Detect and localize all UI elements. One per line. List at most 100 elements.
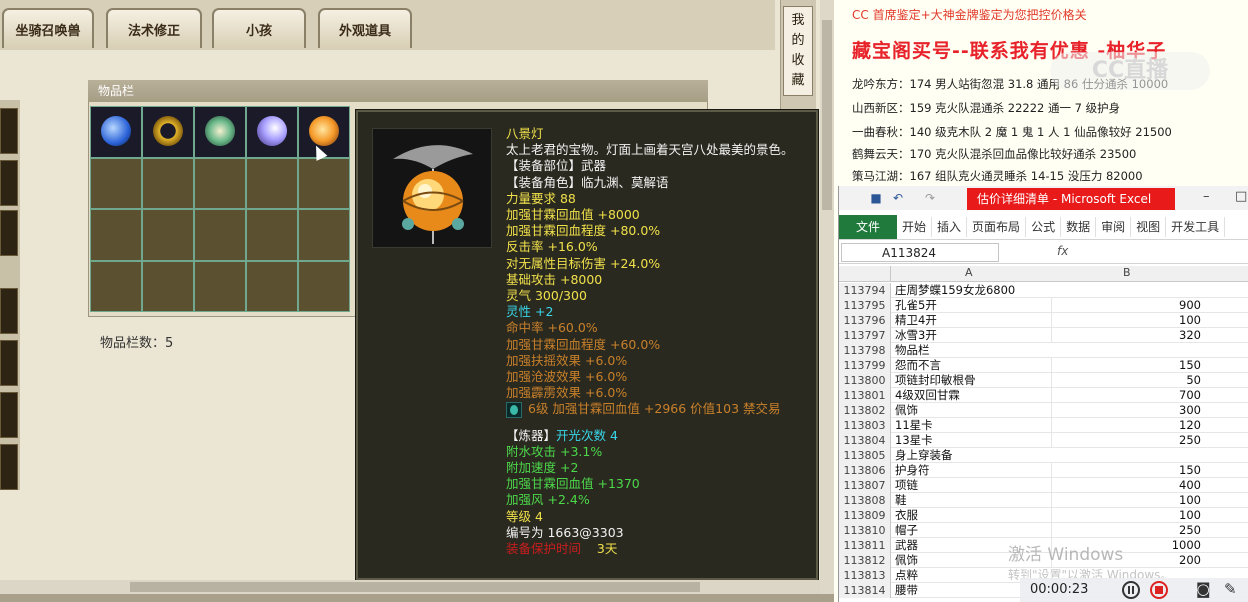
cell-a[interactable]: 4级双回甘霖 (895, 388, 1051, 403)
tab-data[interactable]: 数据 (1061, 216, 1097, 237)
fx-icon[interactable]: fx (1057, 244, 1068, 258)
redo-icon[interactable]: ↷ (923, 191, 937, 205)
tab-formulas[interactable]: 公式 (1026, 216, 1062, 237)
cell-a[interactable]: 项链封印敏根骨 (895, 373, 1051, 388)
inventory-slot-empty[interactable] (246, 157, 298, 209)
tab-spell-fix[interactable]: 法术修正 (106, 8, 202, 48)
row-number[interactable]: 113810 (839, 523, 891, 538)
name-box[interactable]: A113824 (841, 243, 999, 262)
inventory-slot-feather-charm[interactable] (246, 106, 298, 158)
inventory-slot-empty[interactable] (194, 157, 246, 209)
cell-b[interactable]: 120 (1051, 418, 1201, 433)
cell-a[interactable]: 冰雪3开 (895, 328, 1051, 343)
inventory-slot-empty[interactable] (194, 260, 246, 312)
cell-a[interactable]: 庄周梦蝶159女龙6800 (895, 283, 1051, 298)
row-number[interactable]: 113800 (839, 373, 891, 388)
table-row[interactable]: 113809 衣服 100 (839, 508, 1248, 523)
cell-b[interactable]: 50 (1051, 373, 1201, 388)
tab-appearance[interactable]: 外观道具 (318, 8, 412, 48)
inventory-slot-empty[interactable] (246, 209, 298, 261)
equip-slot[interactable] (0, 392, 18, 438)
cell-a[interactable]: 项链 (895, 478, 1051, 493)
stop-record-icon[interactable] (1150, 581, 1168, 599)
table-row[interactable]: 113794 庄周梦蝶159女龙6800 (839, 283, 1248, 298)
equip-slot[interactable] (0, 340, 18, 386)
my-favorites-button[interactable]: 我 的 收 藏 (783, 6, 813, 96)
select-all-corner[interactable] (839, 266, 891, 282)
tab-insert[interactable]: 插入 (932, 216, 968, 237)
vertical-scroll-thumb[interactable] (822, 20, 832, 210)
row-number[interactable]: 113794 (839, 283, 891, 298)
cell-a[interactable]: 11星卡 (895, 418, 1051, 433)
row-number[interactable]: 113799 (839, 358, 891, 373)
maximize-icon[interactable]: □ (1235, 189, 1247, 204)
inventory-slot-blue-gem[interactable] (90, 106, 142, 158)
row-number[interactable]: 113807 (839, 478, 891, 493)
inventory-slot-empty[interactable] (142, 209, 194, 261)
cell-b[interactable]: 320 (1051, 328, 1201, 343)
inventory-slot-empty[interactable] (298, 260, 350, 312)
column-b-header[interactable]: B (1123, 266, 1131, 279)
horizontal-scroll-thumb[interactable] (130, 582, 700, 592)
table-row[interactable]: 113798 物品栏 (839, 343, 1248, 358)
tab-review[interactable]: 审阅 (1096, 216, 1132, 237)
tab-mount-summon[interactable]: 坐骑召唤兽 (2, 8, 94, 48)
pause-icon[interactable] (1122, 581, 1140, 599)
row-number[interactable]: 113798 (839, 343, 891, 358)
cell-b[interactable]: 250 (1051, 523, 1201, 538)
cell-a[interactable]: 精卫4开 (895, 313, 1051, 328)
draw-icon[interactable]: ✎ (1224, 580, 1237, 598)
table-row[interactable]: 113802 佩饰 300 (839, 403, 1248, 418)
row-number[interactable]: 113811 (839, 538, 891, 553)
cell-b[interactable]: 700 (1051, 388, 1201, 403)
tab-view[interactable]: 视图 (1131, 216, 1167, 237)
table-row[interactable]: 113810 帽子 250 (839, 523, 1248, 538)
undo-icon[interactable]: ↶ (891, 191, 905, 205)
tab-file[interactable]: 文件 (839, 214, 898, 239)
table-row[interactable]: 113800 项链封印敏根骨 50 (839, 373, 1248, 388)
row-number[interactable]: 113814 (839, 583, 891, 598)
table-row[interactable]: 113807 项链 400 (839, 478, 1248, 493)
column-a-header[interactable]: A (965, 266, 973, 279)
tab-child[interactable]: 小孩 (212, 8, 306, 48)
table-row[interactable]: 113801 4级双回甘霖 700 (839, 388, 1248, 403)
cell-b[interactable]: 900 (1051, 298, 1201, 313)
inventory-slot-empty[interactable] (246, 260, 298, 312)
cell-a[interactable]: 怨而不言 (895, 358, 1051, 373)
cell-b[interactable]: 100 (1051, 313, 1201, 328)
cell-b[interactable]: 150 (1051, 358, 1201, 373)
table-row[interactable]: 113808 鞋 100 (839, 493, 1248, 508)
inventory-slot-gold-ring[interactable] (142, 106, 194, 158)
cell-b[interactable]: 300 (1051, 403, 1201, 418)
equip-slot[interactable] (0, 288, 18, 334)
table-row[interactable]: 113804 13星卡 250 (839, 433, 1248, 448)
tab-developer[interactable]: 开发工具 (1166, 216, 1226, 237)
equip-slot[interactable] (0, 108, 18, 154)
row-number[interactable]: 113795 (839, 298, 891, 313)
cell-a[interactable]: 鞋 (895, 493, 1051, 508)
row-number[interactable]: 113797 (839, 328, 891, 343)
row-number[interactable]: 113796 (839, 313, 891, 328)
table-row[interactable]: 113797 冰雪3开 320 (839, 328, 1248, 343)
cell-a[interactable]: 护身符 (895, 463, 1051, 478)
cell-a[interactable]: 13星卡 (895, 433, 1051, 448)
inventory-slot-jade-amulet[interactable] (194, 106, 246, 158)
table-row[interactable]: 113795 孔雀5开 900 (839, 298, 1248, 313)
row-number[interactable]: 113802 (839, 403, 891, 418)
inventory-slot-empty[interactable] (90, 260, 142, 312)
camera-icon[interactable]: ◙ (1196, 580, 1211, 598)
cell-b[interactable]: 150 (1051, 463, 1201, 478)
table-row[interactable]: 113805 身上穿装备 (839, 448, 1248, 463)
minimize-icon[interactable]: – (1203, 189, 1210, 204)
inventory-slot-empty[interactable] (142, 260, 194, 312)
cell-a[interactable]: 孔雀5开 (895, 298, 1051, 313)
cell-a[interactable]: 帽子 (895, 523, 1051, 538)
cell-a[interactable]: 衣服 (895, 508, 1051, 523)
row-number[interactable]: 113809 (839, 508, 891, 523)
row-number[interactable]: 113806 (839, 463, 891, 478)
table-row[interactable]: 113806 护身符 150 (839, 463, 1248, 478)
inventory-slot-empty[interactable] (298, 157, 350, 209)
inventory-slot-empty[interactable] (194, 209, 246, 261)
inventory-slot-empty[interactable] (298, 209, 350, 261)
cell-a[interactable]: 身上穿装备 (895, 448, 1051, 463)
